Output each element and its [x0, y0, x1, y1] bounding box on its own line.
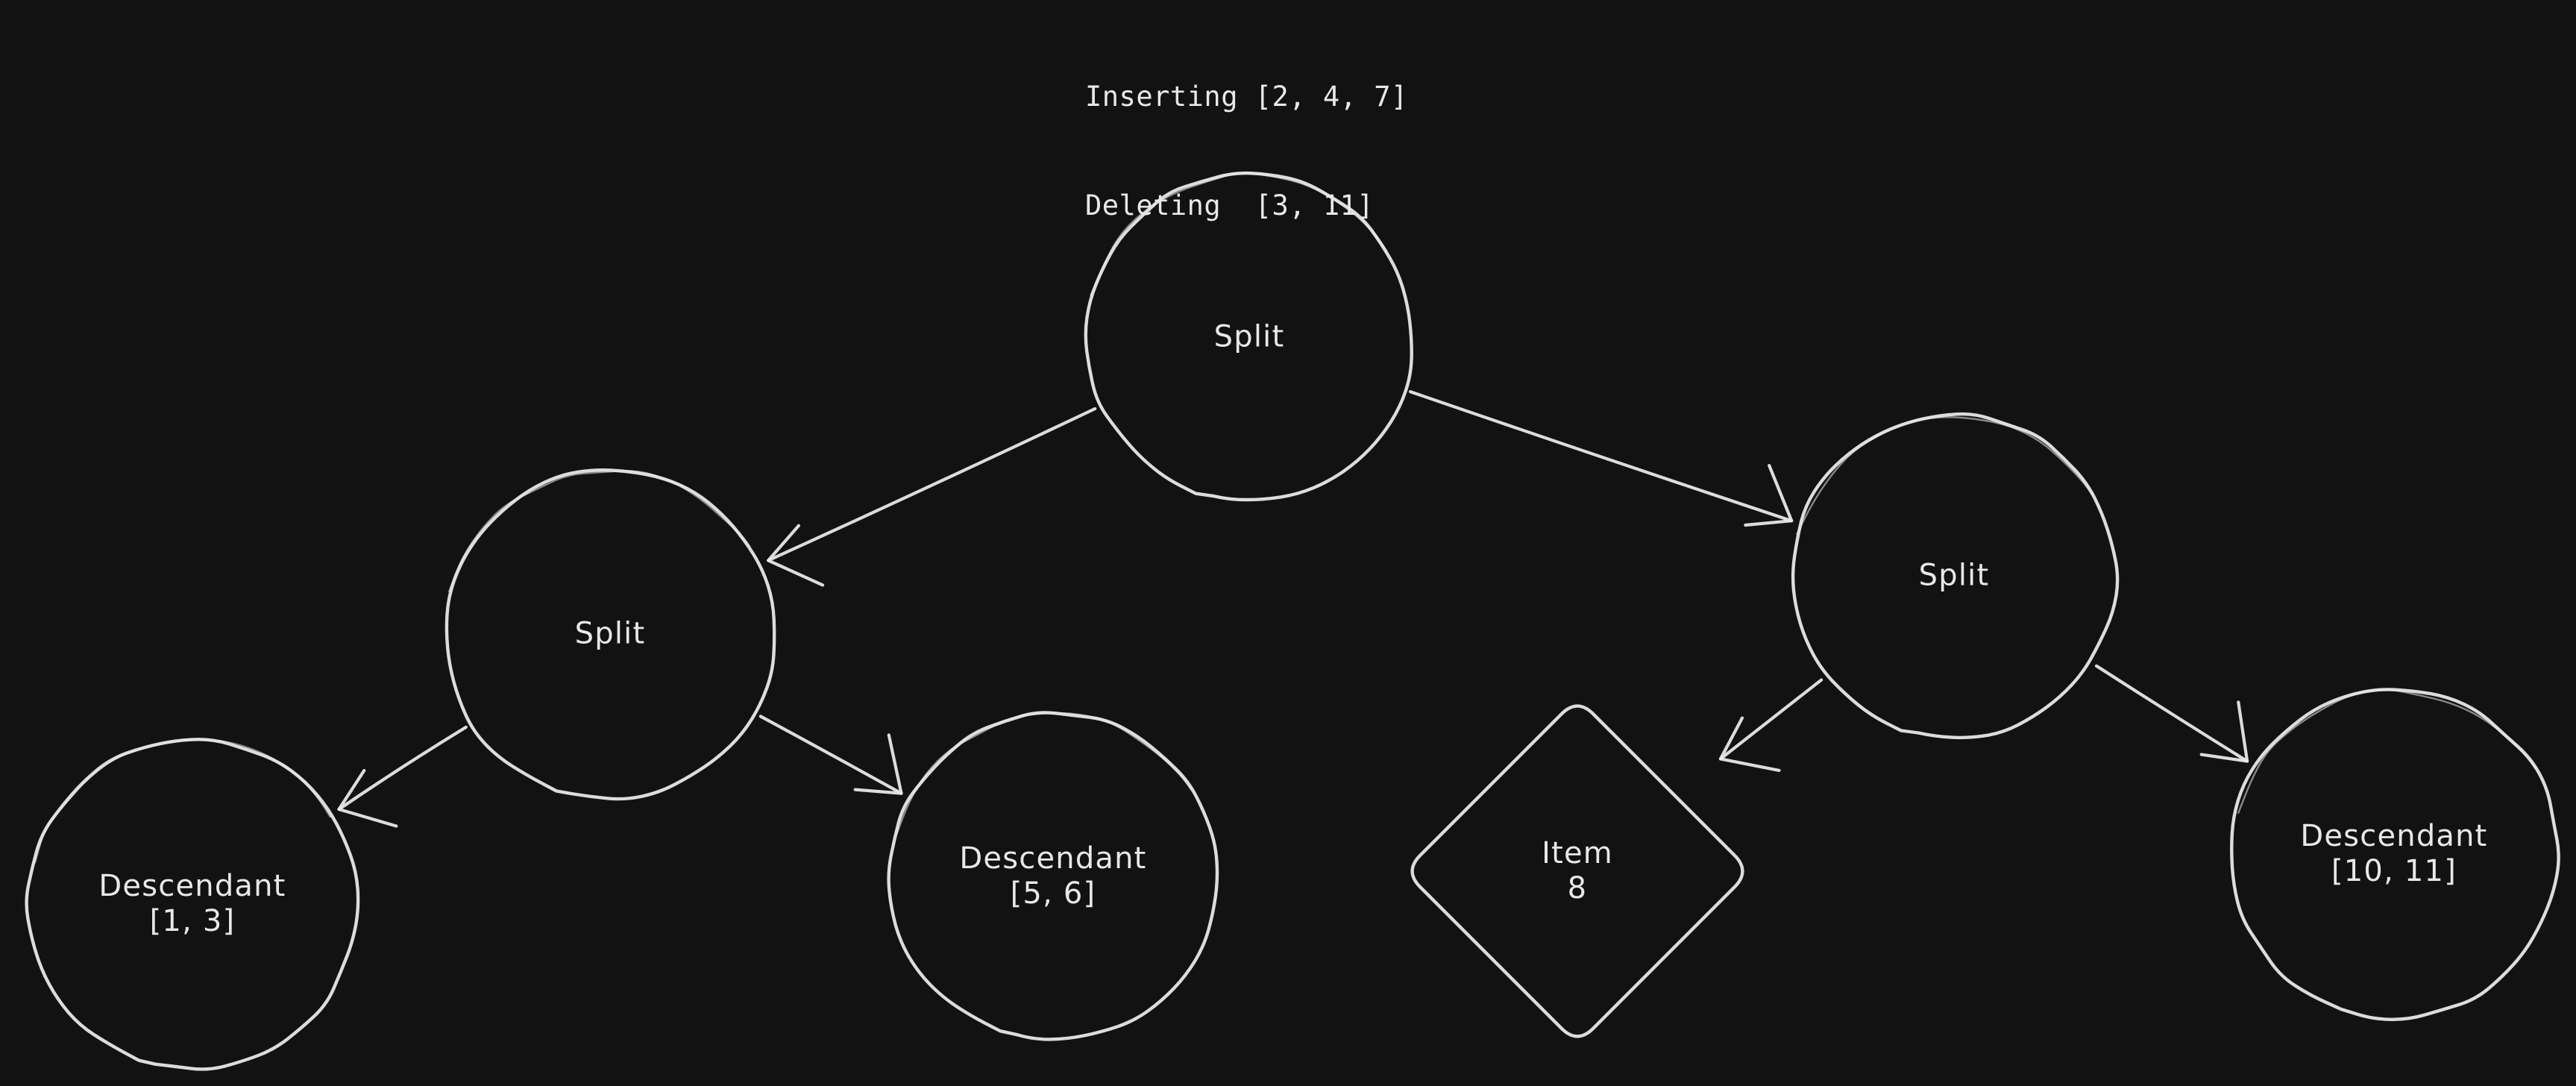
edge-line [767, 407, 1097, 562]
node-outline-sketch-pass [2229, 688, 2557, 1019]
node-left-split[interactable] [444, 468, 776, 801]
edge-line [1408, 390, 1794, 523]
edge-line [337, 725, 468, 812]
node-outline [25, 738, 360, 1071]
edge-arrowhead [337, 768, 398, 828]
node-outline-sketch-pass [29, 738, 356, 1067]
node-outline [1410, 704, 1744, 1038]
edge-root-to-right-split[interactable] [1408, 390, 1794, 527]
edge-line [758, 715, 903, 795]
edge-right-split-to-item-8[interactable] [1718, 678, 1823, 772]
edge-line [2094, 664, 2249, 763]
node-descendant-5-6[interactable] [887, 711, 1219, 1041]
header-deleting-line: Deleting [3, 11] [1085, 189, 1375, 222]
edge-root-to-left-split[interactable] [767, 407, 1097, 587]
diagram-canvas: Inserting [2, 4, 7] Deleting [3, 11] Spl… [0, 0, 2576, 1086]
node-right-split[interactable] [1791, 412, 2120, 740]
edge-arrowhead [2199, 700, 2249, 763]
node-descendant-10-11[interactable] [2229, 688, 2560, 1022]
edge-right-split-to-desc-10-11[interactable] [2094, 664, 2249, 763]
header-inserting-line: Inserting [2, 4, 7] [1085, 80, 1408, 113]
edge-arrowhead [1718, 716, 1781, 772]
edge-line [1718, 678, 1823, 761]
node-item-8[interactable] [1410, 704, 1744, 1038]
edge-arrowhead [853, 733, 903, 795]
edge-left-split-to-desc-1-3[interactable] [337, 725, 468, 828]
edge-arrowhead [1744, 464, 1794, 527]
node-descendant-1-3[interactable] [25, 738, 360, 1071]
header-annotation: Inserting [2, 4, 7] Deleting [3, 11] [1085, 6, 1408, 298]
edge-left-split-to-desc-5-6[interactable] [758, 715, 903, 795]
